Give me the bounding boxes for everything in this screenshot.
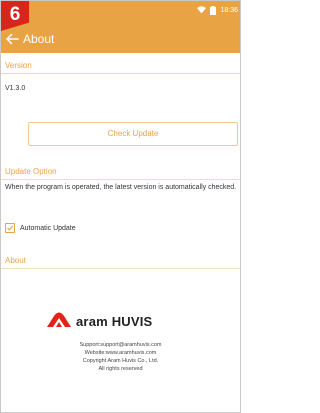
update-option-section-title: Update Option	[1, 164, 240, 180]
app-header: 18:36 About	[1, 1, 240, 53]
wifi-icon	[197, 6, 207, 14]
status-bar: 18:36	[197, 4, 238, 16]
version-value: V1.3.0	[5, 85, 26, 92]
status-time: 18:36	[220, 6, 238, 14]
company-info: Support:support@aramhuvis.com Website:ww…	[1, 341, 240, 373]
company-logo: aram HUVIS	[45, 310, 152, 333]
about-section-title: About	[1, 253, 240, 269]
aram-huvis-logo-icon	[45, 310, 73, 333]
support-email: Support:support@aramhuvis.com	[79, 342, 162, 348]
update-option-description: When the program is operated, the latest…	[5, 184, 237, 191]
copyright-text: Copyright Aram Huvis Co., Ltd.	[82, 358, 159, 364]
automatic-update-checkbox[interactable]: Automatic Update	[5, 222, 76, 234]
about-screen: 18:36 About 6 Version V1.3.0 Check Updat…	[0, 0, 241, 413]
logo-text: aram HUVIS	[76, 314, 153, 329]
page-title: About	[23, 32, 55, 46]
website-link: Website:www.aramhuvis.com	[84, 350, 157, 356]
check-update-button[interactable]: Check Update	[28, 122, 238, 146]
checkbox-checked-icon[interactable]	[5, 223, 15, 233]
back-button[interactable]	[4, 31, 20, 47]
automatic-update-label: Automatic Update	[20, 224, 76, 232]
arrow-left-icon	[4, 33, 20, 51]
battery-icon	[210, 5, 217, 15]
version-section-title: Version	[1, 58, 240, 74]
rights-text: All rights reserved	[98, 366, 143, 372]
